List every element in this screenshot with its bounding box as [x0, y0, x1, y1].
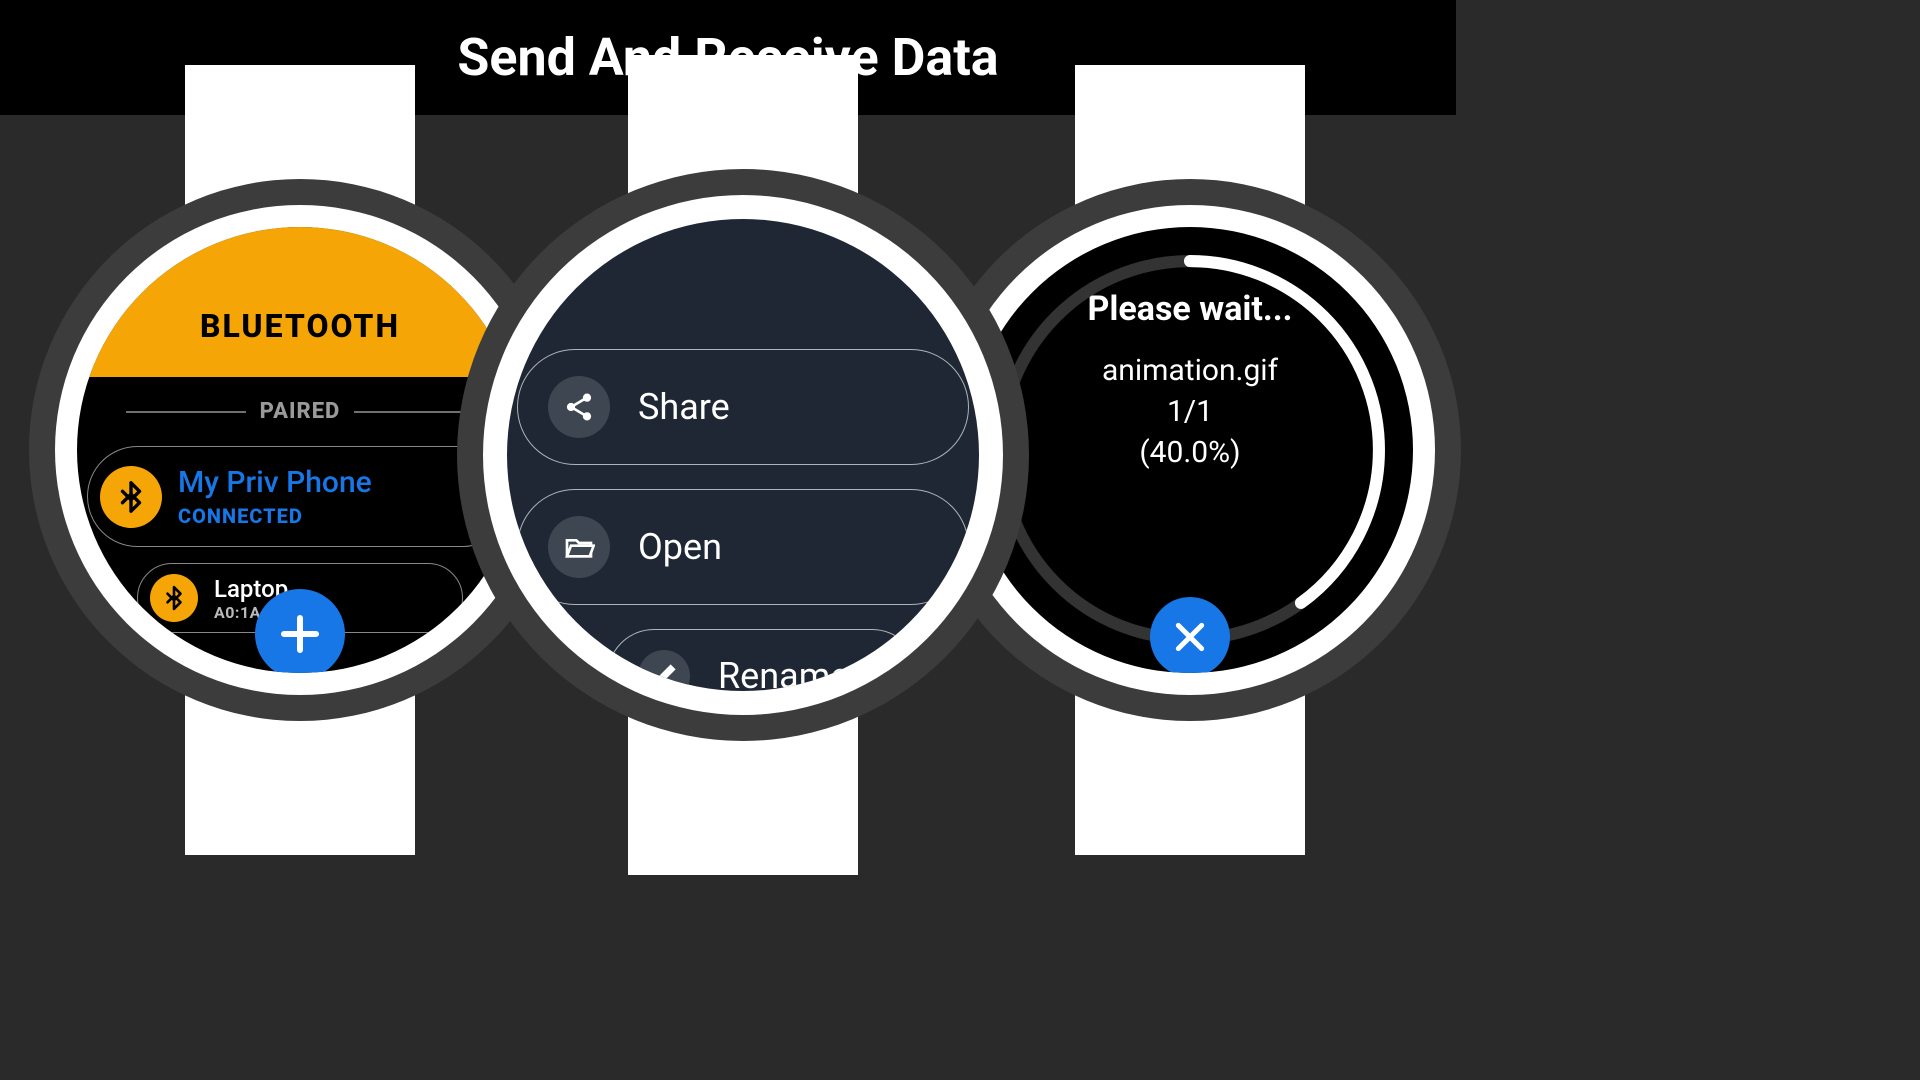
close-icon — [1170, 617, 1210, 657]
action-open[interactable]: Open — [517, 489, 969, 605]
wait-title: Please wait... — [1088, 289, 1293, 329]
watch-face: Please wait... animation.gif 1/1 (40.0%) — [967, 227, 1413, 673]
folder-icon — [548, 516, 610, 578]
share-icon — [548, 376, 610, 438]
plus-icon — [276, 610, 324, 658]
action-share[interactable]: Share — [517, 349, 969, 465]
bluetooth-header-label: BLUETOOTH — [200, 307, 400, 345]
device-row-connected[interactable]: My Priv Phone CONNECTED — [87, 446, 513, 547]
cancel-button[interactable] — [1150, 597, 1230, 673]
transfer-index: 1/1 — [1167, 394, 1213, 429]
action-label: Open — [638, 526, 722, 568]
device-status: CONNECTED — [178, 504, 372, 528]
watch-actions: Share Open Rename — [483, 195, 1003, 715]
bluetooth-icon — [100, 466, 162, 528]
bluetooth-header: BLUETOOTH — [77, 227, 523, 377]
paired-label: PAIRED — [260, 399, 341, 424]
transfer-percent: (40.0%) — [1139, 435, 1240, 470]
action-label: Share — [638, 386, 730, 428]
bluetooth-icon — [150, 574, 198, 622]
paired-divider: PAIRED — [77, 377, 523, 440]
transfer-filename: animation.gif — [1102, 353, 1278, 388]
watch-face: Share Open Rename — [507, 219, 979, 691]
add-device-button[interactable] — [255, 589, 345, 673]
device-name: My Priv Phone — [178, 465, 372, 500]
